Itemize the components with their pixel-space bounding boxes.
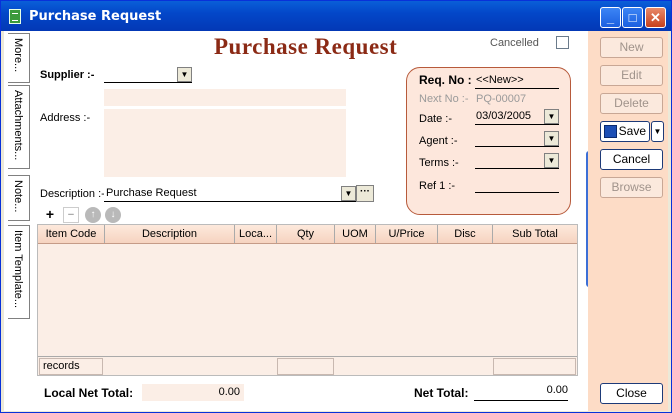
subtotal-total-cell [493, 358, 576, 375]
save-options-button[interactable]: ▼ [651, 121, 664, 142]
description-value: Purchase Request [106, 187, 197, 199]
req-no-label: Req. No : [419, 73, 472, 87]
browse-button[interactable]: Browse [600, 177, 663, 198]
address-field[interactable] [104, 109, 346, 177]
col-disc[interactable]: Disc [438, 225, 493, 243]
supplier-name-field[interactable] [104, 89, 346, 106]
new-button[interactable]: New [600, 37, 663, 58]
floppy-disk-icon [604, 125, 617, 138]
col-item-code[interactable]: Item Code [38, 225, 105, 243]
date-picker[interactable]: 03/03/2005 ▼ [475, 108, 559, 125]
items-grid[interactable]: Item Code Description Loca... Qty UOM U/… [37, 224, 578, 376]
move-down-button[interactable]: ↓ [105, 207, 121, 223]
side-tabs: More... Attachments... Note... Item Temp… [8, 33, 32, 323]
chevron-down-icon[interactable]: ▼ [544, 153, 559, 168]
chevron-down-icon[interactable]: ▼ [341, 186, 356, 201]
net-total-value: 0.00 [474, 384, 568, 401]
supplier-label: Supplier :- [40, 69, 95, 81]
description-label: Description :- [40, 188, 105, 200]
next-no-value: PQ-00007 [476, 93, 527, 105]
tab-more-label: More... [12, 38, 24, 73]
tab-item-template[interactable]: Item Template... [8, 225, 30, 319]
description-combo[interactable]: Purchase Request ▼ [104, 185, 356, 202]
cancel-button[interactable]: Cancel [600, 149, 663, 170]
cancelled-checkbox[interactable] [556, 36, 569, 49]
supplier-combo[interactable]: ▼ [104, 66, 192, 83]
client-area: More... Attachments... Note... Item Temp… [4, 31, 668, 411]
grid-header: Item Code Description Loca... Qty UOM U/… [38, 225, 577, 244]
col-location[interactable]: Loca... [235, 225, 277, 243]
edit-button[interactable]: Edit [600, 65, 663, 86]
add-item-button[interactable]: + [42, 207, 58, 223]
date-value: 03/03/2005 [476, 110, 532, 122]
request-panel: Req. No : <<New>> Next No :- PQ-00007 Da… [406, 67, 571, 215]
col-uprice[interactable]: U/Price [376, 225, 438, 243]
terms-combo[interactable]: ▼ [475, 152, 559, 169]
tab-attachments-label: Attachments... [12, 90, 24, 161]
grid-footer: records [38, 356, 577, 375]
chevron-down-icon[interactable]: ▼ [544, 109, 559, 124]
tab-attachments[interactable]: Attachments... [8, 85, 30, 169]
address-label: Address :- [40, 112, 91, 124]
net-total-label: Net Total: [414, 386, 469, 400]
save-label: Save [618, 124, 646, 138]
chevron-down-icon[interactable]: ▼ [544, 131, 559, 146]
save-button[interactable]: Save [600, 121, 650, 142]
action-panel: New Edit Delete Save ▼ Cancel Browse Clo… [588, 31, 668, 411]
move-up-button[interactable]: ↑ [85, 207, 101, 223]
close-window-button[interactable]: ✕ [645, 7, 666, 28]
minimize-button[interactable]: _ [600, 7, 621, 28]
next-no-label: Next No :- [419, 93, 469, 105]
req-no-underline [475, 88, 559, 89]
title-bar: Purchase Request _ □ ✕ [1, 1, 671, 31]
date-label: Date :- [419, 113, 453, 125]
tab-note[interactable]: Note... [8, 175, 30, 221]
description-more-button[interactable]: ··· [356, 185, 374, 202]
ref1-label: Ref 1 :- [419, 180, 456, 192]
purchase-request-window: Purchase Request _ □ ✕ More... Attachmen… [0, 0, 672, 413]
req-no-value: <<New>> [476, 74, 524, 86]
terms-label: Terms :- [419, 157, 459, 169]
agent-label: Agent :- [419, 135, 458, 147]
ref1-field[interactable] [475, 192, 559, 193]
records-count: records [39, 358, 103, 375]
main-form: Purchase Request Cancelled Supplier :- ▼… [34, 31, 588, 411]
local-net-total-value: 0.00 [142, 384, 244, 401]
close-button[interactable]: Close [600, 383, 663, 404]
chevron-down-icon[interactable]: ▼ [177, 67, 192, 82]
col-qty[interactable]: Qty [277, 225, 335, 243]
col-uom[interactable]: UOM [335, 225, 376, 243]
window-title: Purchase Request [29, 9, 162, 24]
page-title: Purchase Request [214, 34, 398, 59]
remove-item-button[interactable]: − [63, 207, 79, 223]
delete-button[interactable]: Delete [600, 93, 663, 114]
maximize-button[interactable]: □ [622, 7, 643, 28]
tab-item-template-label: Item Template... [12, 230, 24, 309]
cancelled-label: Cancelled [490, 37, 539, 49]
chevron-down-icon: ▼ [653, 127, 662, 136]
qty-total-cell [277, 358, 334, 375]
col-sub-total[interactable]: Sub Total [493, 225, 577, 243]
tab-more[interactable]: More... [8, 33, 30, 83]
agent-combo[interactable]: ▼ [475, 130, 559, 147]
document-icon [9, 9, 21, 24]
col-description[interactable]: Description [105, 225, 235, 243]
tab-note-label: Note... [12, 180, 24, 213]
local-net-total-label: Local Net Total: [44, 386, 134, 400]
